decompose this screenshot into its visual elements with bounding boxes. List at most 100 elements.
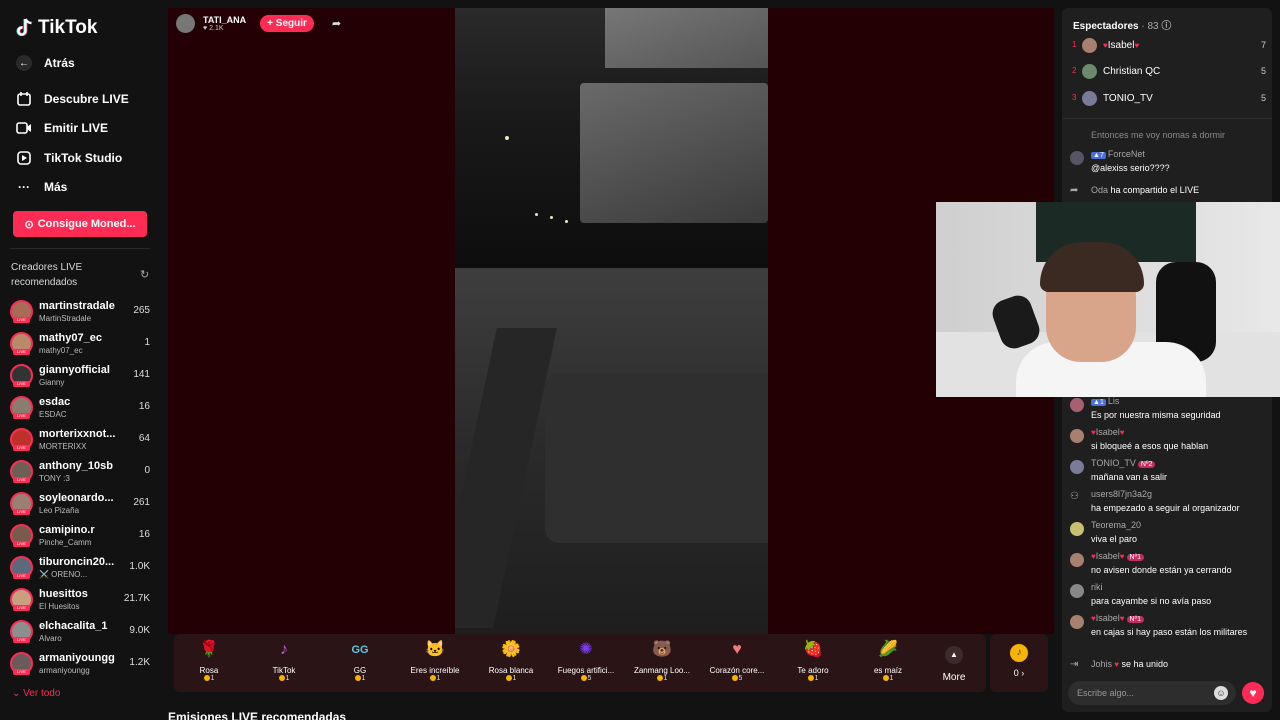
creator-item[interactable]: LIVE tiburoncin20... ⚔️ ORENO... 1.0K (10, 554, 152, 582)
creator-nickname: TONY :3 (39, 474, 70, 483)
gift-item[interactable]: 🌼 Rosa blanca 1 (476, 638, 546, 682)
video-frame (505, 136, 509, 140)
top-viewer[interactable]: 2 Christian QC 5 (1072, 64, 1266, 80)
creator-name: huesittos (39, 588, 88, 600)
heart-icon: ♥ (1119, 552, 1125, 561)
nav-tiktok-studio[interactable]: TikTok Studio (16, 150, 122, 166)
gift-price: 1 (325, 675, 395, 682)
see-all-label: Ver todo (23, 688, 61, 699)
live-video[interactable] (455, 8, 768, 634)
viewer-name: Christian QC (1103, 66, 1161, 77)
viewer-score: 5 (1260, 93, 1266, 103)
gift-icon: GG (351, 644, 369, 656)
message-username: Isabel (1095, 427, 1120, 437)
coin-icon (580, 675, 587, 682)
webcam-overlay[interactable] (936, 202, 1280, 397)
video-frame (550, 216, 553, 219)
emoji-icon[interactable]: ☺ (1214, 686, 1228, 700)
coin-icon (731, 675, 738, 682)
user-add-icon: ⚇ (1070, 491, 1079, 502)
top-viewer[interactable]: 1 ♥Isabel♥ 7 (1072, 38, 1266, 54)
coin-icon (278, 675, 285, 682)
viewer-count: 16 (138, 529, 150, 540)
creator-item[interactable]: LIVE giannyofficial Gianny 141 (10, 362, 152, 390)
level-badge-value: 7 (1099, 152, 1104, 159)
creator-item[interactable]: LIVE esdac ESDAC 16 (10, 394, 152, 422)
message-user: Oda (1091, 185, 1109, 195)
refresh-icon[interactable]: ↻ (140, 268, 149, 281)
gift-item[interactable]: 🌽 es maíz 1 (853, 638, 923, 682)
live-badge: LIVE (13, 669, 30, 675)
info-icon: ⓘ (1161, 21, 1172, 32)
back-button[interactable]: ← Atrás (16, 55, 75, 71)
gift-price: 1 (778, 675, 848, 682)
chevron-up-icon: ▲ (945, 646, 963, 664)
brand-name: TikTok (38, 17, 98, 38)
tiktok-logo[interactable]: TikTok (16, 17, 97, 39)
live-page: TikTok ← Atrás Descubre LIVE Emitir LIVE… (0, 0, 1280, 720)
message-text: ha compartido el LIVE (1110, 185, 1200, 195)
gift-name: Rosa blanca (488, 666, 534, 675)
follow-button[interactable]: + Seguir (260, 15, 314, 32)
live-badge: LIVE (13, 445, 30, 451)
message-user: ♥Isabel♥ Nº1 (1091, 551, 1145, 561)
nav-label: TikTok Studio (44, 151, 123, 165)
nav-descubre-live[interactable]: Descubre LIVE (16, 91, 129, 107)
viewers-header[interactable]: Espectadores · 83 ⓘ (1073, 17, 1171, 32)
creator-item[interactable]: LIVE morterixxnot... MORTERIXX 64 (10, 426, 152, 454)
chat-input[interactable]: Escribe algo... (1068, 681, 1236, 705)
play-icon (16, 150, 32, 166)
gift-item[interactable]: 🐻 Zanmang Loo... 1 (627, 638, 697, 682)
creator-item[interactable]: LIVE soyleonardo... Leo Pizaña 261 (10, 490, 152, 518)
viewer-name: TONIO_TV (1103, 93, 1153, 104)
avatar (1070, 584, 1084, 598)
gift-icon: ✺ (579, 641, 593, 658)
gift-item[interactable]: 🌹 Rosa 1 (174, 638, 244, 682)
host-avatar[interactable] (176, 14, 195, 33)
message-text: Entonces me voy nomas a dormir (1091, 130, 1226, 140)
creator-item[interactable]: LIVE anthony_10sb TONY :3 0 (10, 458, 152, 486)
gift-item[interactable]: ♪ TikTok 1 (249, 638, 319, 682)
nav-mas[interactable]: ··· Más (16, 179, 67, 195)
live-badge: LIVE (13, 349, 30, 355)
coin-icon (882, 675, 889, 682)
gift-name: Zanmang Loo... (633, 666, 691, 675)
creator-item[interactable]: LIVE camipino.r Pinche_Camm 16 (10, 522, 152, 550)
divider (1062, 118, 1272, 119)
creator-item[interactable]: LIVE elchacalita_1 Alvaro 9.0K (10, 618, 152, 646)
gift-item[interactable]: ♥ Corazón core... 5 (702, 638, 772, 682)
gift-icon: 🌽 (878, 641, 898, 658)
message-user: ♥Isabel♥ (1091, 427, 1125, 437)
gift-item[interactable]: ✺ Fuegos artifici... 5 (551, 638, 621, 682)
message-username: TONIO_TV (1091, 458, 1136, 468)
gift-item[interactable]: 🍓 Te adoro 1 (778, 638, 848, 682)
nav-emitir-live[interactable]: Emitir LIVE (16, 120, 108, 136)
creator-item[interactable]: LIVE armaniyoungg armaniyoungg 1.2K (10, 650, 152, 678)
creator-item[interactable]: LIVE martinstradale MartinStradale 265 (10, 298, 152, 326)
gift-item[interactable]: 🐱 Eres increíble 1 (400, 638, 470, 682)
live-badge: LIVE (13, 637, 30, 643)
host-info[interactable]: TATI_ANA ♥ 2.1K (203, 15, 246, 32)
more-gifts-button[interactable]: ▲ More (940, 646, 968, 683)
creator-name: armaniyoungg (39, 652, 115, 664)
heart-icon: ♥ (1112, 660, 1119, 669)
creator-item[interactable]: LIVE mathy07_ec mathy07_ec 1 (10, 330, 152, 358)
message-text: @alexiss serio???? (1091, 163, 1170, 173)
creator-nickname: mathy07_ec (39, 346, 83, 355)
gift-item[interactable]: GG GG 1 (325, 638, 395, 682)
like-heart-button[interactable]: ♥ (1242, 682, 1264, 704)
live-badge: LIVE (13, 413, 30, 419)
top-viewer[interactable]: 3 TONIO_TV 5 (1072, 91, 1266, 107)
coin-icon: ♪ (1010, 644, 1028, 662)
avatar (1082, 38, 1097, 53)
host-bar: TATI_ANA ♥ 2.1K + Seguir ➦ (176, 14, 341, 33)
creator-item[interactable]: LIVE huesittos El Huesitos 21.7K (10, 586, 152, 614)
see-all-link[interactable]: ⌄ Ver todo (12, 688, 60, 699)
share-icon[interactable]: ➦ (332, 17, 341, 30)
viewers-count: · 83 (1141, 21, 1159, 32)
message-user: TONIO_TV Nº2 (1091, 458, 1156, 468)
viewer-count: 21.7K (123, 593, 150, 604)
coin-balance-button[interactable]: ♪ 0 › (990, 634, 1048, 692)
message-username: ForceNet (1107, 149, 1145, 159)
get-coins-button[interactable]: ⊙ Consigue Moned... (13, 211, 147, 237)
